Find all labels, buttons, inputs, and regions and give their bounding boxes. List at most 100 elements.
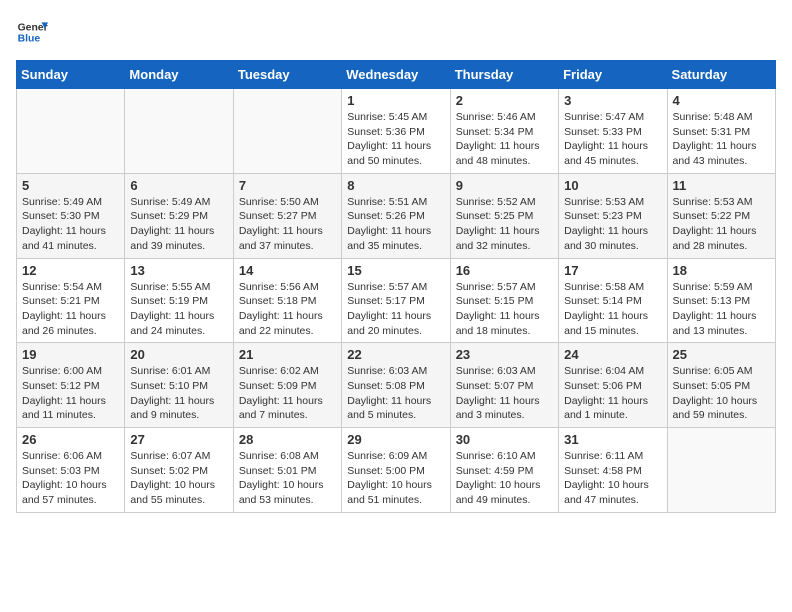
calendar-week-row: 19Sunrise: 6:00 AM Sunset: 5:12 PM Dayli… [17,343,776,428]
weekday-header-thursday: Thursday [450,61,558,89]
calendar-cell: 29Sunrise: 6:09 AM Sunset: 5:00 PM Dayli… [342,428,450,513]
day-info: Sunrise: 5:53 AM Sunset: 5:22 PM Dayligh… [673,195,770,254]
weekday-header-saturday: Saturday [667,61,775,89]
calendar-cell: 4Sunrise: 5:48 AM Sunset: 5:31 PM Daylig… [667,89,775,174]
day-info: Sunrise: 6:03 AM Sunset: 5:07 PM Dayligh… [456,364,553,423]
calendar-cell: 11 Sunrise: 5:53 AM Sunset: 5:22 PM Dayli… [667,173,775,258]
day-number: 13 [130,263,227,278]
day-info: Sunrise: 5:51 AM Sunset: 5:26 PM Dayligh… [347,195,444,254]
day-number: 5 [22,178,119,193]
day-info: Sunrise: 5:46 AM Sunset: 5:34 PM Dayligh… [456,110,553,169]
day-number: 11 [673,178,770,193]
weekday-header-row: SundayMondayTuesdayWednesdayThursdayFrid… [17,61,776,89]
logo: General Blue [16,16,48,48]
day-number: 15 [347,263,444,278]
calendar-cell: 26 Sunrise: 6:06 AM Sunset: 5:03 PM Dayli… [17,428,125,513]
calendar-cell: 25Sunrise: 6:05 AM Sunset: 5:05 PM Dayli… [667,343,775,428]
calendar-week-row: 5 Sunrise: 5:49 AM Sunset: 5:30 PM Daylig… [17,173,776,258]
calendar-cell [233,89,341,174]
day-info: Sunrise: 5:45 AM Sunset: 5:36 PM Dayligh… [347,110,444,169]
day-number: 6 [130,178,227,193]
day-number: 28 [239,432,336,447]
day-number: 16 [456,263,553,278]
day-info: Sunrise: 5:53 AM Sunset: 5:23 PM Dayligh… [564,195,661,254]
day-number: 8 [347,178,444,193]
calendar-cell: 14 Sunrise: 5:56 AM Sunset: 5:18 PM Dayli… [233,258,341,343]
calendar-cell [125,89,233,174]
calendar-cell: 7 Sunrise: 5:50 AM Sunset: 5:27 PM Daylig… [233,173,341,258]
weekday-header-wednesday: Wednesday [342,61,450,89]
day-info: Sunrise: 5:54 AM Sunset: 5:21 PM Dayligh… [22,280,119,339]
calendar-cell: 1 Sunrise: 5:45 AM Sunset: 5:36 PM Daylig… [342,89,450,174]
calendar-cell: 17 Sunrise: 5:58 AM Sunset: 5:14 PM Dayli… [559,258,667,343]
calendar-cell: 8 Sunrise: 5:51 AM Sunset: 5:26 PM Daylig… [342,173,450,258]
day-number: 10 [564,178,661,193]
day-info: Sunrise: 5:49 AM Sunset: 5:30 PM Dayligh… [22,195,119,254]
day-number: 12 [22,263,119,278]
calendar-cell: 23 Sunrise: 6:03 AM Sunset: 5:07 PM Dayli… [450,343,558,428]
day-info: Sunrise: 6:02 AM Sunset: 5:09 PM Dayligh… [239,364,336,423]
calendar-cell: 30Sunrise: 6:10 AM Sunset: 4:59 PM Dayli… [450,428,558,513]
calendar-cell: 31Sunrise: 6:11 AM Sunset: 4:58 PM Dayli… [559,428,667,513]
day-number: 9 [456,178,553,193]
calendar-cell: 15 Sunrise: 5:57 AM Sunset: 5:17 PM Dayli… [342,258,450,343]
day-info: Sunrise: 6:11 AM Sunset: 4:58 PM Dayligh… [564,449,661,508]
calendar-cell: 12 Sunrise: 5:54 AM Sunset: 5:21 PM Dayli… [17,258,125,343]
day-info: Sunrise: 6:06 AM Sunset: 5:03 PM Dayligh… [22,449,119,508]
day-info: Sunrise: 5:58 AM Sunset: 5:14 PM Dayligh… [564,280,661,339]
day-info: Sunrise: 5:47 AM Sunset: 5:33 PM Dayligh… [564,110,661,169]
day-info: Sunrise: 5:50 AM Sunset: 5:27 PM Dayligh… [239,195,336,254]
calendar-cell: 20Sunrise: 6:01 AM Sunset: 5:10 PM Dayli… [125,343,233,428]
calendar-cell: 22 Sunrise: 6:03 AM Sunset: 5:08 PM Dayli… [342,343,450,428]
day-number: 7 [239,178,336,193]
day-number: 17 [564,263,661,278]
day-info: Sunrise: 6:01 AM Sunset: 5:10 PM Dayligh… [130,364,227,423]
calendar-cell: 2 Sunrise: 5:46 AM Sunset: 5:34 PM Daylig… [450,89,558,174]
calendar-week-row: 1 Sunrise: 5:45 AM Sunset: 5:36 PM Daylig… [17,89,776,174]
day-info: Sunrise: 5:57 AM Sunset: 5:15 PM Dayligh… [456,280,553,339]
calendar-cell: 24Sunrise: 6:04 AM Sunset: 5:06 PM Dayli… [559,343,667,428]
weekday-header-monday: Monday [125,61,233,89]
day-number: 14 [239,263,336,278]
day-number: 27 [130,432,227,447]
day-number: 24 [564,347,661,362]
calendar-cell: 28 Sunrise: 6:08 AM Sunset: 5:01 PM Dayli… [233,428,341,513]
calendar-cell: 13 Sunrise: 5:55 AM Sunset: 5:19 PM Dayli… [125,258,233,343]
day-number: 22 [347,347,444,362]
day-info: Sunrise: 5:57 AM Sunset: 5:17 PM Dayligh… [347,280,444,339]
day-info: Sunrise: 6:07 AM Sunset: 5:02 PM Dayligh… [130,449,227,508]
calendar-cell: 10 Sunrise: 5:53 AM Sunset: 5:23 PM Dayli… [559,173,667,258]
calendar-table: SundayMondayTuesdayWednesdayThursdayFrid… [16,60,776,513]
day-info: Sunrise: 6:03 AM Sunset: 5:08 PM Dayligh… [347,364,444,423]
calendar-week-row: 26 Sunrise: 6:06 AM Sunset: 5:03 PM Dayli… [17,428,776,513]
page-header: General Blue [16,16,776,48]
day-number: 21 [239,347,336,362]
weekday-header-friday: Friday [559,61,667,89]
day-info: Sunrise: 5:55 AM Sunset: 5:19 PM Dayligh… [130,280,227,339]
day-number: 26 [22,432,119,447]
calendar-cell: 27 Sunrise: 6:07 AM Sunset: 5:02 PM Dayli… [125,428,233,513]
weekday-header-tuesday: Tuesday [233,61,341,89]
day-number: 1 [347,93,444,108]
calendar-cell: 6 Sunrise: 5:49 AM Sunset: 5:29 PM Daylig… [125,173,233,258]
calendar-cell: 5 Sunrise: 5:49 AM Sunset: 5:30 PM Daylig… [17,173,125,258]
day-number: 25 [673,347,770,362]
day-number: 30 [456,432,553,447]
day-info: Sunrise: 5:49 AM Sunset: 5:29 PM Dayligh… [130,195,227,254]
day-number: 23 [456,347,553,362]
day-info: Sunrise: 5:59 AM Sunset: 5:13 PM Dayligh… [673,280,770,339]
calendar-cell: 19Sunrise: 6:00 AM Sunset: 5:12 PM Dayli… [17,343,125,428]
day-info: Sunrise: 6:08 AM Sunset: 5:01 PM Dayligh… [239,449,336,508]
calendar-cell: 16 Sunrise: 5:57 AM Sunset: 5:15 PM Dayli… [450,258,558,343]
calendar-cell: 21 Sunrise: 6:02 AM Sunset: 5:09 PM Dayli… [233,343,341,428]
day-number: 2 [456,93,553,108]
calendar-cell [17,89,125,174]
logo-icon: General Blue [16,16,48,48]
day-number: 18 [673,263,770,278]
day-info: Sunrise: 5:52 AM Sunset: 5:25 PM Dayligh… [456,195,553,254]
calendar-cell: 9 Sunrise: 5:52 AM Sunset: 5:25 PM Daylig… [450,173,558,258]
day-number: 19 [22,347,119,362]
svg-text:Blue: Blue [18,34,41,45]
day-info: Sunrise: 5:56 AM Sunset: 5:18 PM Dayligh… [239,280,336,339]
day-info: Sunrise: 6:09 AM Sunset: 5:00 PM Dayligh… [347,449,444,508]
